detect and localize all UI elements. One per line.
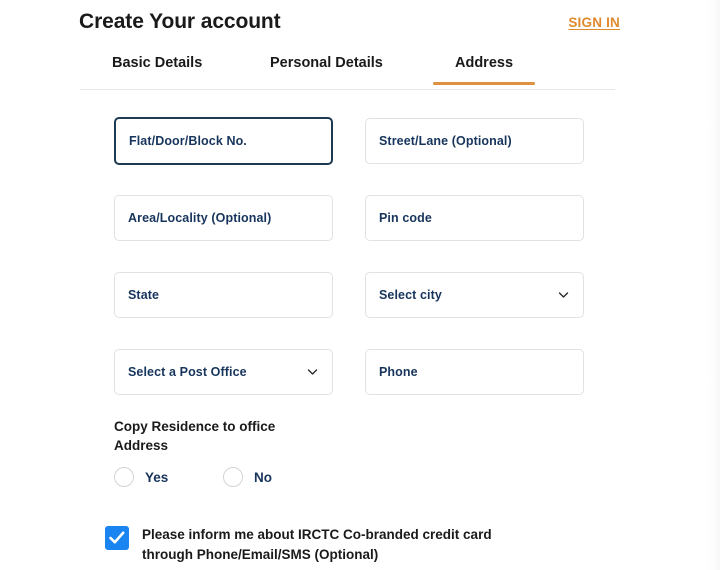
tab-basic-details[interactable]: Basic Details: [112, 55, 202, 83]
form-row: Select a Post Office Phone: [114, 349, 584, 426]
form-row: Flat/Door/Block No. Street/Lane (Optiona…: [114, 117, 584, 195]
radio-circle-icon: [114, 467, 134, 487]
radio-option-no[interactable]: No: [223, 467, 272, 487]
state-placeholder: State: [128, 288, 160, 302]
check-icon: [109, 531, 125, 544]
pin-code-placeholder: Pin code: [379, 211, 432, 225]
select-post-office-value: Select a Post Office: [128, 365, 247, 379]
flat-door-block-placeholder: Flat/Door/Block No.: [129, 134, 247, 148]
chevron-down-icon: [306, 366, 319, 379]
tab-address[interactable]: Address: [432, 55, 536, 85]
promo-checkbox-row: Please inform me about IRCTC Co-branded …: [105, 525, 575, 565]
form-row: State Select city: [114, 272, 584, 349]
select-city-value: Select city: [379, 288, 442, 302]
sign-in-link[interactable]: SIGN IN: [568, 15, 620, 30]
copy-residence-block: Copy Residence to office Address Yes No: [114, 417, 374, 491]
radio-option-yes-label: Yes: [145, 469, 169, 485]
copy-residence-radio-group: Yes No: [114, 467, 374, 491]
street-lane-placeholder: Street/Lane (Optional): [379, 134, 512, 148]
page-title: Create Your account: [79, 10, 281, 33]
radio-circle-icon: [223, 467, 243, 487]
chevron-down-icon: [557, 289, 570, 302]
promo-checkbox-label: Please inform me about IRCTC Co-branded …: [142, 527, 492, 562]
radio-option-yes[interactable]: Yes: [114, 467, 168, 487]
tab-personal-details[interactable]: Personal Details: [270, 55, 383, 83]
select-post-office-dropdown[interactable]: Select a Post Office: [114, 349, 333, 395]
flat-door-block-input[interactable]: Flat/Door/Block No.: [114, 117, 333, 165]
area-locality-placeholder: Area/Locality (Optional): [128, 211, 272, 225]
signup-page: Create Your account SIGN IN Basic Detail…: [0, 0, 720, 570]
promo-checkbox[interactable]: [105, 526, 129, 550]
state-input[interactable]: State: [114, 272, 333, 318]
radio-option-no-label: No: [254, 469, 272, 485]
form-step-tabs: Basic Details Personal Details Address: [80, 55, 615, 90]
street-lane-input[interactable]: Street/Lane (Optional): [365, 118, 584, 164]
select-city-dropdown[interactable]: Select city: [365, 272, 584, 318]
form-row: Area/Locality (Optional) Pin code: [114, 195, 584, 272]
page-right-edge: [708, 0, 720, 570]
page-header: Create Your account SIGN IN: [79, 10, 620, 46]
phone-placeholder: Phone: [379, 365, 418, 379]
address-form: Flat/Door/Block No. Street/Lane (Optiona…: [114, 117, 584, 426]
pin-code-input[interactable]: Pin code: [365, 195, 584, 241]
phone-input[interactable]: Phone: [365, 349, 584, 395]
copy-residence-label: Copy Residence to office Address: [114, 419, 276, 453]
area-locality-input[interactable]: Area/Locality (Optional): [114, 195, 333, 241]
